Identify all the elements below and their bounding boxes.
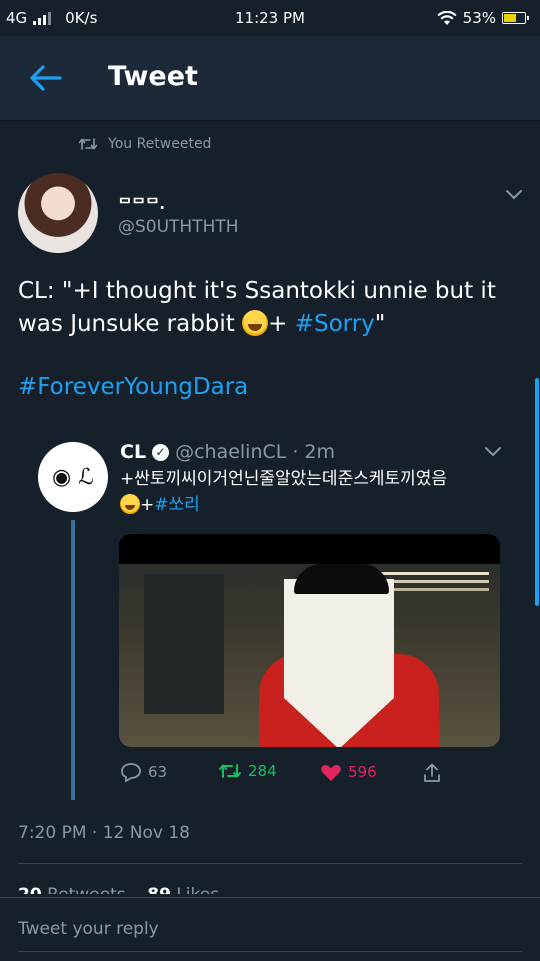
retweet-button[interactable]: 284 [218, 762, 277, 780]
author-name[interactable]: ᄆᄆᄆ. [118, 193, 165, 214]
likes-label[interactable]: Likes [176, 885, 219, 894]
heart-icon [321, 765, 341, 781]
retweet-icon [219, 764, 241, 778]
quoted-avatar[interactable]: ◉ ℒ [38, 442, 108, 512]
divider [18, 863, 522, 864]
engagement-stats: 20 Retweets 89 Likes [18, 885, 522, 894]
battery-icon [502, 12, 529, 24]
battery-fill [504, 14, 516, 22]
media-cap [294, 564, 389, 594]
share-icon [424, 763, 440, 782]
page-title: Tweet [108, 61, 198, 92]
scrollbar[interactable] [535, 378, 539, 606]
laughing-emoji-icon [120, 494, 140, 514]
chevron-down-icon[interactable] [504, 188, 524, 202]
separator-dot: · [292, 441, 299, 463]
hashtag-link[interactable]: #쏘리 [154, 495, 200, 515]
reply-icon [121, 763, 141, 782]
verified-badge-icon: ✓ [152, 443, 170, 461]
back-arrow-icon[interactable] [28, 64, 62, 92]
retweet-label: You Retweeted [108, 136, 212, 152]
retweets-count[interactable]: 20 [18, 885, 42, 894]
thread-line [71, 520, 75, 800]
retweet-indicator: You Retweeted [78, 136, 211, 152]
quoted-text-plus: + [140, 495, 155, 515]
quoted-time: 2m [304, 441, 335, 463]
wifi-icon [437, 10, 457, 25]
reply-count: 63 [148, 763, 168, 781]
share-button[interactable] [422, 762, 442, 784]
avatar[interactable] [18, 173, 98, 253]
quoted-header: CL ✓ @chaelinCL · 2m [120, 441, 335, 463]
hashtag-link[interactable]: #Sorry [295, 311, 375, 337]
retweet-count: 284 [248, 762, 277, 780]
tweet-media-image[interactable] [119, 534, 500, 747]
author-handle[interactable]: @S0UTHTHTH [118, 217, 239, 237]
action-bar: 63 284 596 [120, 762, 460, 788]
retweets-label[interactable]: Retweets [47, 885, 126, 894]
tweet-text: CL: "+I thought it's Ssantokki unnie but… [18, 275, 528, 341]
laughing-emoji-icon [242, 310, 269, 336]
quoted-author-handle[interactable]: @chaelinCL [175, 441, 286, 463]
likes-count[interactable]: 89 [147, 885, 171, 894]
hashtag-link[interactable]: #ForeverYoungDara [18, 374, 248, 400]
like-count: 596 [348, 763, 377, 781]
reply-button[interactable]: 63 [120, 762, 167, 782]
status-bar: 4G 0K/s 11:23 PM 53% [0, 0, 540, 36]
tweet-text-part: + [268, 311, 295, 337]
tweet-text-part: " [374, 311, 386, 337]
quoted-text-body: +싼토끼씨이거언닌줄알았는데준스케토끼였음 [120, 469, 448, 489]
retweet-icon [78, 138, 98, 150]
quoted-author-name[interactable]: CL [120, 441, 146, 463]
media-ceiling-lights [379, 572, 489, 575]
reply-underline [18, 951, 522, 952]
app-header: Tweet [0, 36, 540, 121]
media-pillar [144, 574, 224, 714]
quoted-avatar-logo: ◉ ℒ [51, 464, 95, 490]
battery-percent: 53% [462, 9, 496, 27]
reply-input[interactable]: Tweet your reply [18, 919, 159, 939]
chevron-down-icon[interactable] [484, 446, 502, 458]
reply-composer: Tweet your reply [0, 897, 540, 961]
tweet-timestamp: 7:20 PM · 12 Nov 18 [18, 823, 190, 843]
like-button[interactable]: 596 [320, 762, 377, 782]
quoted-text: +싼토끼씨이거언닌줄알았는데준스케토끼였음 +#쏘리 [120, 466, 510, 518]
